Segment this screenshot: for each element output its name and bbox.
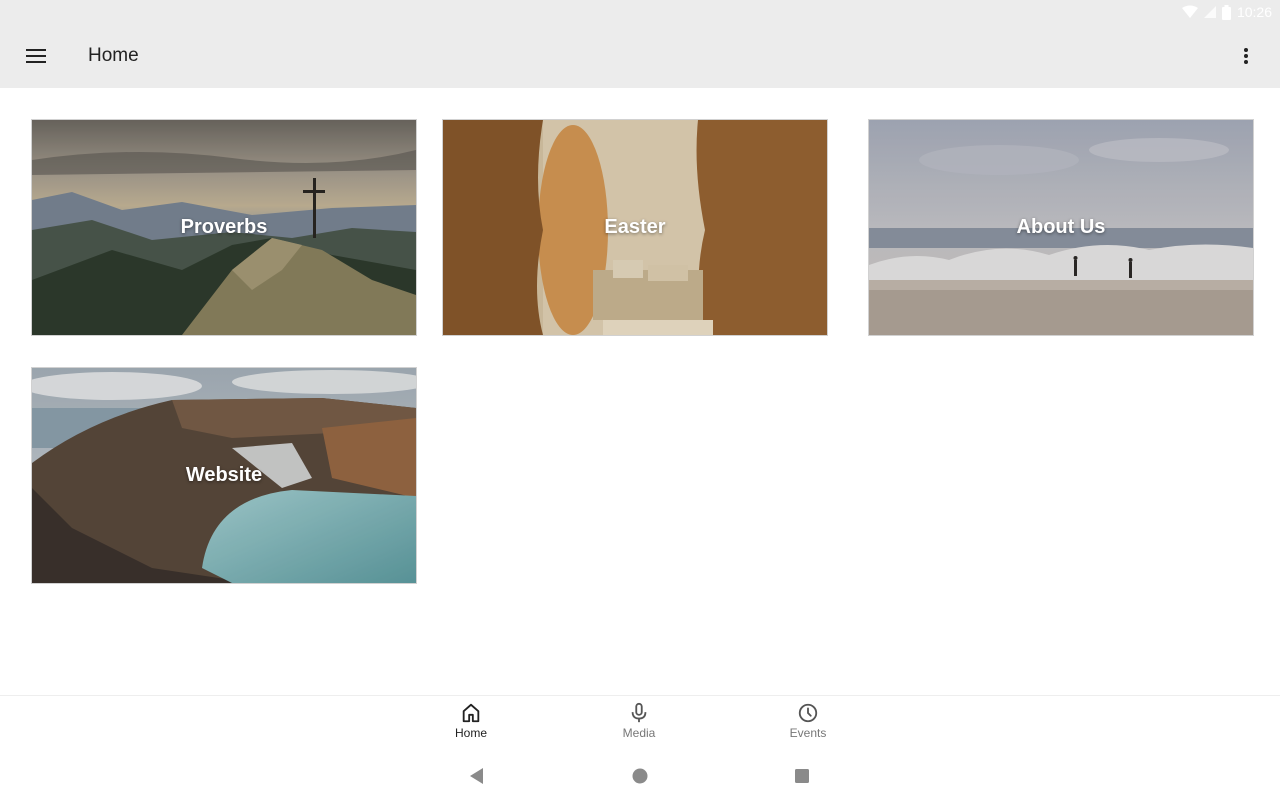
status-time: 10:26 — [1236, 4, 1272, 20]
system-navigation-bar — [0, 752, 1280, 800]
wifi-icon — [1181, 5, 1198, 18]
nav-label-events: Events — [789, 726, 827, 740]
tile-label: About Us — [1016, 216, 1106, 238]
tile-label: Proverbs — [180, 216, 268, 238]
page-title: Home — [88, 45, 139, 66]
tile-label: Website — [185, 464, 263, 486]
nav-item-home[interactable]: Home — [421, 702, 521, 750]
nav-label-media: Media — [622, 726, 656, 740]
tile-easter[interactable]: Easter — [443, 120, 827, 335]
menu-button[interactable] — [16, 36, 56, 76]
nav-item-events[interactable]: Events — [758, 702, 858, 750]
app-bar: Home — [0, 24, 1280, 88]
tile-label: Easter — [604, 216, 666, 238]
cell-signal-icon — [1203, 6, 1216, 18]
status-icons: 10:26 — [1181, 3, 1272, 21]
microphone-icon — [631, 702, 647, 723]
home-circle-icon[interactable] — [630, 766, 650, 786]
home-icon — [462, 703, 480, 723]
back-icon[interactable] — [467, 766, 487, 786]
bottom-navigation: Home Media Events — [0, 695, 1280, 752]
hamburger-menu-icon — [26, 49, 46, 63]
nav-label-home: Home — [454, 726, 487, 740]
more-vert-icon — [1244, 48, 1248, 64]
nav-item-media[interactable]: Media — [589, 702, 689, 750]
battery-icon — [1221, 4, 1231, 20]
tile-about-us[interactable]: About Us — [869, 120, 1253, 335]
tile-proverbs[interactable]: Proverbs — [32, 120, 416, 335]
recents-square-icon[interactable] — [792, 766, 812, 786]
overflow-menu-button[interactable] — [1226, 36, 1266, 76]
status-bar: 10:26 — [0, 0, 1280, 24]
clock-icon — [798, 703, 818, 723]
tile-website[interactable]: Website — [32, 368, 416, 583]
